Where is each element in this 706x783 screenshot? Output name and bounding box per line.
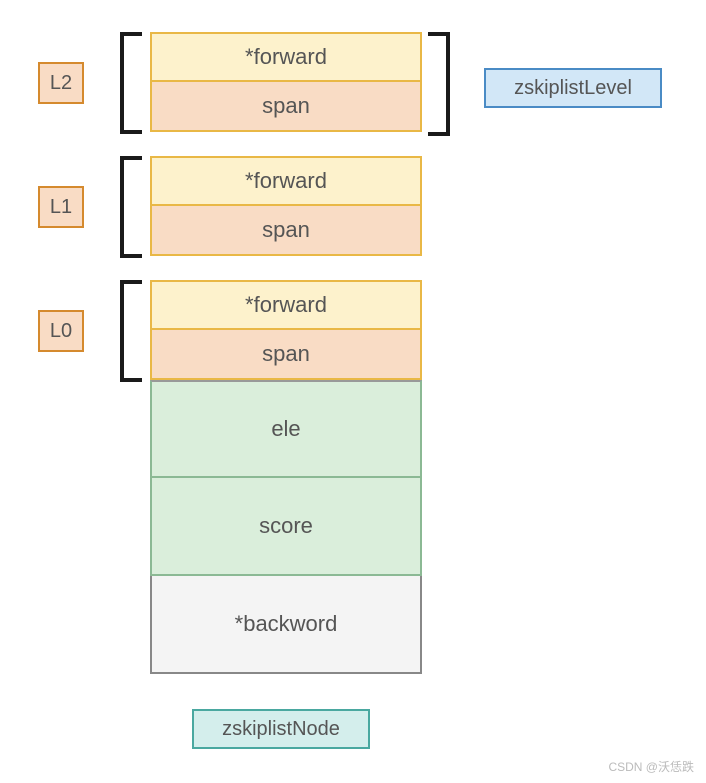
- l1-forward-cell: *forward: [150, 156, 422, 206]
- backword-cell: *backword: [150, 576, 422, 674]
- l0-span-cell: span: [150, 330, 422, 380]
- l2-forward-cell: *forward: [150, 32, 422, 82]
- bracket-l0-icon: [120, 280, 142, 382]
- l2-span-cell: span: [150, 82, 422, 132]
- node-stack: *forward span *forward span *forward spa…: [150, 32, 422, 674]
- zskiplistNode-label: zskiplistNode: [192, 709, 370, 749]
- l1-label: L1: [38, 186, 84, 228]
- l1-span-cell: span: [150, 206, 422, 256]
- zskiplistLevel-label: zskiplistLevel: [484, 68, 662, 108]
- bracket-right-icon: [428, 32, 450, 136]
- l0-forward-cell: *forward: [150, 280, 422, 330]
- watermark-text: CSDN @沃恁跌: [608, 758, 694, 775]
- l0-label: L0: [38, 310, 84, 352]
- score-cell: score: [150, 478, 422, 576]
- l2-label: L2: [38, 62, 84, 104]
- bracket-l1-icon: [120, 156, 142, 258]
- ele-cell: ele: [150, 380, 422, 478]
- bracket-l2-icon: [120, 32, 142, 134]
